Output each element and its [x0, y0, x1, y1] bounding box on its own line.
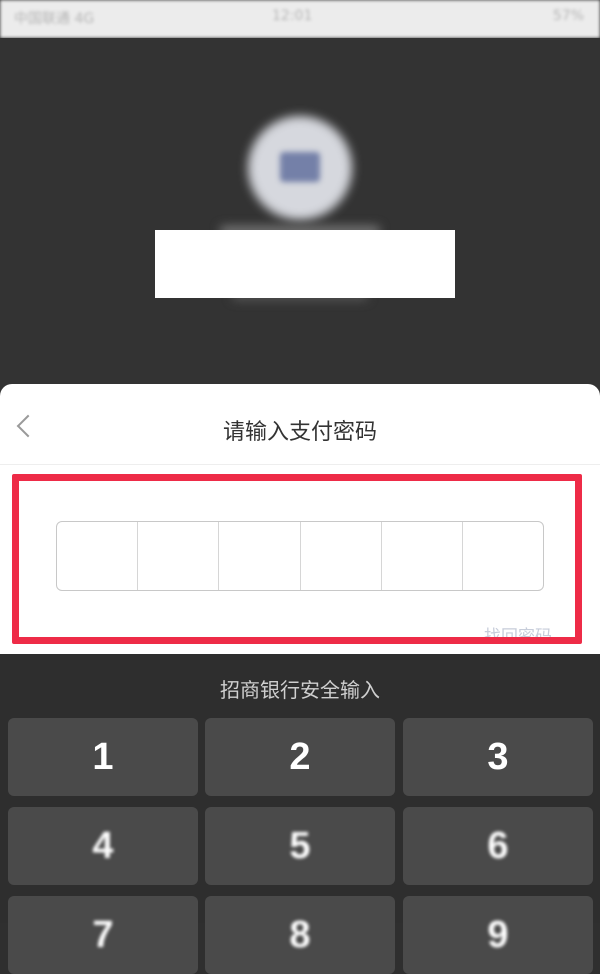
key-3[interactable]: 3: [403, 718, 593, 796]
pin-digit-box[interactable]: [301, 522, 382, 590]
dialog-title: 请输入支付密码: [222, 420, 377, 445]
battery-label: 57%: [552, 8, 584, 24]
pin-digit-box[interactable]: [57, 522, 139, 590]
bank-logo-icon: [280, 152, 320, 182]
secure-keyboard: 招商银行安全输入 1 2 3 4 5 6 7 8 9: [0, 654, 600, 974]
password-dialog: 请输入支付密码 找回密码: [0, 384, 600, 654]
key-2[interactable]: 2: [205, 718, 395, 796]
carrier-label: 中国联通 4G: [14, 11, 95, 27]
forgot-password-link[interactable]: 找回密码: [484, 622, 552, 647]
pin-digit-box[interactable]: [463, 522, 543, 590]
key-1[interactable]: 1: [8, 718, 198, 796]
status-bar: 中国联通 4G 12:01 57%: [0, 0, 600, 38]
redaction-box: [155, 230, 455, 298]
key-9[interactable]: 9: [403, 896, 593, 974]
key-8[interactable]: 8: [205, 896, 395, 974]
key-4[interactable]: 4: [8, 807, 198, 885]
key-7[interactable]: 7: [8, 896, 198, 974]
clock: 12:01: [272, 8, 313, 24]
pin-digit-box[interactable]: [219, 522, 301, 590]
pin-digit-box[interactable]: [138, 522, 220, 590]
dialog-header: 请输入支付密码: [0, 384, 600, 465]
keyboard-title: 招商银行安全输入: [220, 678, 380, 702]
key-6[interactable]: 6: [403, 807, 593, 885]
pin-digit-box[interactable]: [382, 522, 463, 590]
key-5[interactable]: 5: [205, 807, 395, 885]
pin-input[interactable]: [56, 521, 544, 591]
dimmed-background: [0, 38, 600, 398]
